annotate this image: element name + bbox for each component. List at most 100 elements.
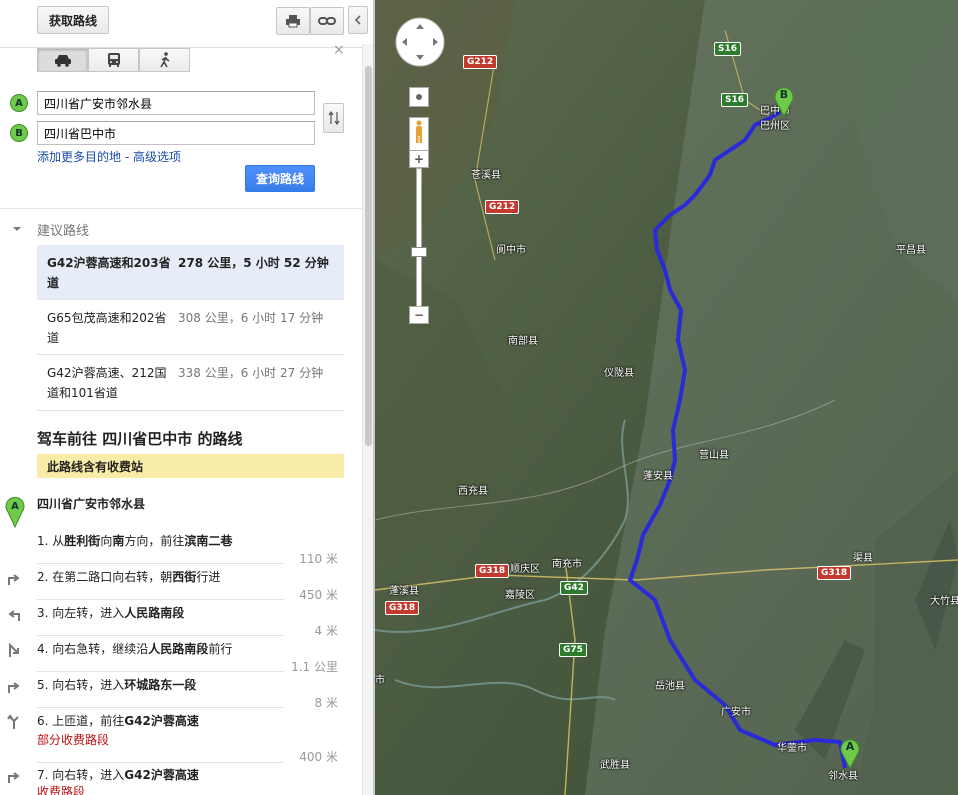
- toll-segment-note: 收费路段: [37, 785, 86, 795]
- place-label: 嘉陵区: [505, 590, 535, 601]
- scrollbar-thumb[interactable]: [365, 66, 372, 446]
- map-marker-a-icon[interactable]: A: [839, 735, 861, 769]
- zoom-slider-handle[interactable]: [411, 247, 427, 257]
- chevron-left-icon: [354, 15, 361, 25]
- place-label: 仪陇县: [604, 368, 634, 379]
- step-number: 5.: [37, 678, 49, 692]
- swap-icon: [328, 111, 339, 125]
- end-marker-icon: B: [10, 124, 28, 142]
- zoom-out-button[interactable]: −: [409, 306, 429, 324]
- zoom-slider-track[interactable]: [416, 168, 422, 308]
- step-distance: 4 米: [314, 624, 338, 638]
- print-button[interactable]: [276, 7, 310, 35]
- ramp-icon: [7, 714, 19, 729]
- step-divider: [37, 563, 284, 564]
- place-label: 岳池县: [655, 681, 685, 692]
- origin-marker-icon: A: [5, 496, 25, 528]
- zoom-in-button[interactable]: +: [409, 150, 429, 168]
- car-icon: [54, 55, 71, 67]
- step-divider: [37, 762, 284, 763]
- step-text: 向右转，进入: [52, 768, 125, 782]
- step-direction: 南: [112, 534, 125, 548]
- map-view[interactable]: 巴中市 巴州区 苍溪县 阆中市 平昌县 南部县 仪陇县 营山县 蓬安县 西充县 …: [375, 0, 958, 795]
- sharp-right-icon: [9, 642, 19, 657]
- place-label: 蓬安县: [643, 471, 673, 482]
- step-street: G42沪蓉高速: [124, 714, 199, 728]
- location-icon: [416, 94, 422, 100]
- turn-right-icon: [8, 574, 20, 585]
- mode-driving[interactable]: [37, 48, 88, 72]
- step-number: 7.: [37, 768, 49, 782]
- swap-locations-button[interactable]: [323, 103, 344, 133]
- place-label: 阆中市: [496, 245, 526, 256]
- close-icon[interactable]: ×: [333, 42, 345, 58]
- route-option-2[interactable]: G65包茂高速和202省道 308 公里，6 小时 17 分钟: [37, 300, 344, 355]
- step-divider: [37, 635, 284, 636]
- mode-transit[interactable]: [88, 48, 139, 72]
- place-label: 广安市: [721, 707, 751, 718]
- link-icon: [318, 17, 336, 25]
- step-distance: 1.1 公里: [291, 660, 338, 674]
- origin-marker-label: A: [11, 501, 19, 512]
- place-label: 平昌县: [896, 245, 926, 256]
- my-location-button[interactable]: [409, 87, 429, 107]
- place-label: 市: [375, 675, 385, 686]
- step-distance: 110 米: [299, 552, 338, 566]
- route-meta: 278 公里，5 小时 52 分钟: [178, 256, 329, 270]
- add-destination-link[interactable]: 添加更多目的地: [37, 150, 121, 164]
- walking-icon: [159, 52, 169, 68]
- link-separator: -: [121, 150, 133, 164]
- route-option-3[interactable]: G42沪蓉高速、212国道和101省道 338 公里，6 小时 27 分钟: [37, 355, 344, 411]
- scrollbar-track[interactable]: [362, 44, 373, 795]
- road-shield: G318: [817, 566, 852, 580]
- route-option-1[interactable]: G42沪蓉高速和203省道 278 公里，5 小时 52 分钟: [37, 245, 344, 300]
- plus-icon: +: [413, 152, 425, 166]
- place-label: 华蓥市: [777, 743, 807, 754]
- toll-notice: 此路线含有收费站: [37, 454, 344, 478]
- link-button[interactable]: [310, 7, 344, 35]
- place-label: 大竹县: [930, 596, 958, 607]
- step-text: 上匝道，前往: [52, 714, 125, 728]
- place-label: 营山县: [699, 450, 729, 461]
- step-number: 1.: [37, 534, 49, 548]
- step-text: 前行: [208, 642, 233, 656]
- pegman-icon: [416, 120, 422, 143]
- pan-control[interactable]: [394, 16, 446, 68]
- search-route-button[interactable]: 查询路线: [245, 165, 315, 192]
- road-shield: G212: [485, 200, 520, 214]
- step-distance: 8 米: [314, 696, 338, 710]
- turn-right-icon: [8, 682, 20, 693]
- place-label: 武胜县: [600, 760, 630, 771]
- step-number: 2.: [37, 570, 49, 584]
- turn-left-icon: [8, 610, 20, 621]
- step-number: 3.: [37, 606, 49, 620]
- collapse-panel-button[interactable]: [348, 6, 368, 34]
- start-location-input[interactable]: [37, 91, 315, 115]
- route-meta: 338 公里，6 小时 27 分钟: [178, 366, 324, 380]
- end-location-input[interactable]: [37, 121, 315, 145]
- place-label: 邻水县: [828, 771, 858, 782]
- directions-panel: 获取路线 × A B 添加更多目的地 - 高级选项 查询路线 建议路线 G42沪…: [0, 0, 373, 795]
- road-shield: S16: [721, 93, 749, 107]
- step-text: 向右急转，继续沿: [52, 642, 149, 656]
- step-text: 行进: [196, 570, 221, 584]
- step-text: 向左转，进入: [52, 606, 125, 620]
- step-text: 方向，前往: [124, 534, 185, 548]
- satellite-imagery: [375, 0, 958, 795]
- mode-walking[interactable]: [139, 48, 190, 72]
- step-text: 向右转，进入: [52, 678, 125, 692]
- advanced-options-link[interactable]: 高级选项: [133, 150, 181, 164]
- step-divider: [37, 671, 284, 672]
- route-meta: 308 公里，6 小时 17 分钟: [178, 311, 324, 325]
- step-text: 向: [100, 534, 113, 548]
- get-directions-button[interactable]: 获取路线: [37, 6, 109, 34]
- route-name: G42沪蓉高速和203省道: [47, 256, 171, 290]
- step-divider: [37, 707, 284, 708]
- chevron-down-icon[interactable]: [12, 225, 22, 233]
- step-street: 西街: [172, 570, 197, 584]
- road-shield: S16: [714, 42, 742, 56]
- place-label: 西充县: [458, 486, 488, 497]
- route-name: G65包茂高速和202省道: [47, 311, 167, 345]
- map-marker-b-icon[interactable]: B: [773, 83, 795, 117]
- step-divider: [37, 599, 284, 600]
